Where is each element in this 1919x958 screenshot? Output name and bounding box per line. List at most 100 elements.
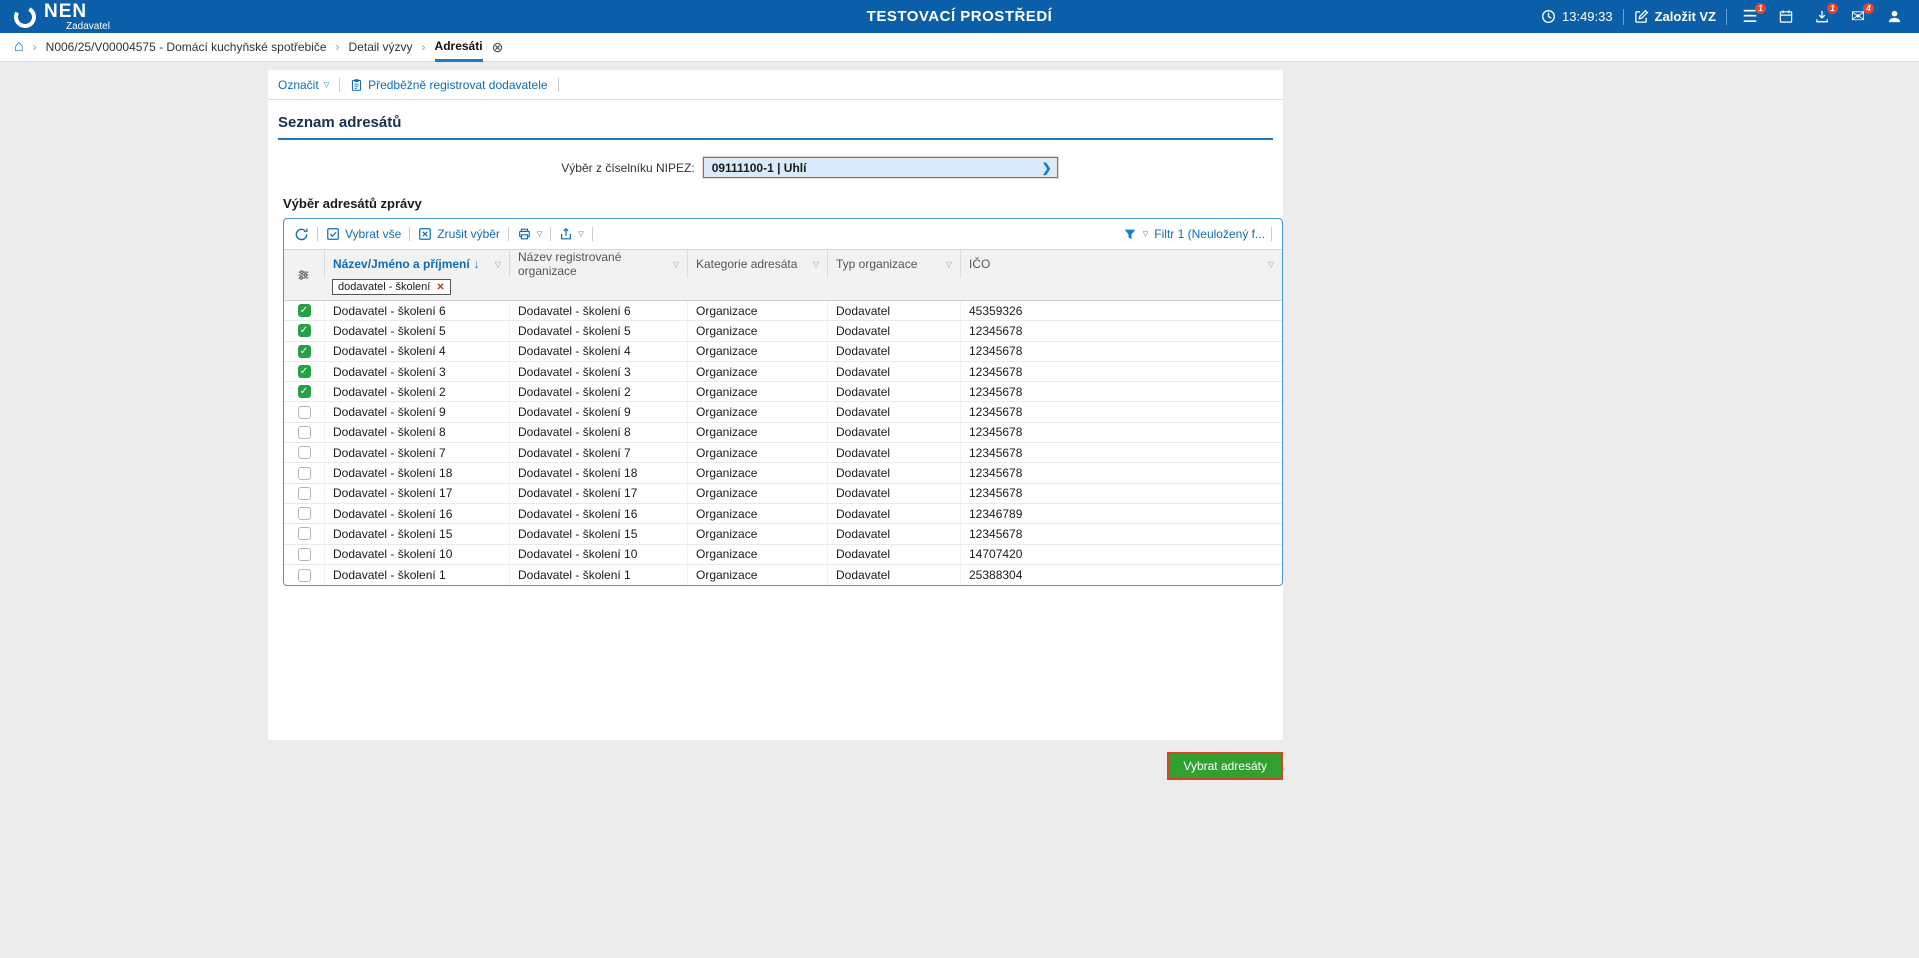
column-header-organization[interactable]: Název registrované organizace▽	[509, 250, 687, 278]
cell-type: Dodavatel	[827, 565, 960, 585]
cell-type: Dodavatel	[827, 301, 960, 320]
row-checkbox[interactable]: ✓	[298, 345, 311, 358]
row-checkbox[interactable]	[298, 426, 311, 439]
table-row[interactable]: Dodavatel - školení 18 Dodavatel - škole…	[284, 463, 1282, 483]
table-row[interactable]: Dodavatel - školení 7 Dodavatel - školen…	[284, 443, 1282, 463]
table-row[interactable]: Dodavatel - školení 1 Dodavatel - školen…	[284, 565, 1282, 585]
refresh-button[interactable]	[294, 227, 309, 242]
filter-funnel-icon[interactable]	[1123, 228, 1137, 241]
separator	[1623, 9, 1624, 25]
table-row[interactable]: Dodavatel - školení 10 Dodavatel - škole…	[284, 545, 1282, 565]
calendar-button[interactable]	[1773, 4, 1799, 30]
nipez-field[interactable]: 09111100-1 | Uhlí ❯	[703, 157, 1058, 178]
column-header-ico[interactable]: IČO▽	[960, 250, 1282, 278]
row-checkbox[interactable]	[298, 487, 311, 500]
table-row[interactable]: ✓ Dodavatel - školení 3 Dodavatel - škol…	[284, 362, 1282, 382]
cell-org: Dodavatel - školení 16	[509, 504, 687, 523]
row-checkbox[interactable]	[298, 527, 311, 540]
cell-name: Dodavatel - školení 5	[324, 321, 509, 340]
open-picker-icon[interactable]: ❯	[1039, 161, 1055, 175]
nen-logo[interactable]: NEN Zadavatel	[12, 2, 110, 32]
table-row[interactable]: ✓ Dodavatel - školení 6 Dodavatel - škol…	[284, 301, 1282, 321]
cell-ico: 12345678	[960, 362, 1282, 381]
print-button[interactable]: ▽	[517, 227, 542, 241]
cell-org: Dodavatel - školení 18	[509, 463, 687, 482]
footer-actions: Vybrat adresáty	[268, 752, 1283, 780]
table-row[interactable]: ✓ Dodavatel - školení 5 Dodavatel - škol…	[284, 321, 1282, 341]
cell-type: Dodavatel	[827, 443, 960, 462]
cell-name: Dodavatel - školení 17	[324, 484, 509, 503]
column-filter-icon[interactable]: ▽	[495, 260, 501, 269]
column-filter-icon[interactable]: ▽	[673, 260, 679, 269]
breadcrumb-active-adresati[interactable]: Adresáti	[435, 33, 483, 62]
mark-button[interactable]: Označit▽	[278, 78, 329, 92]
row-checkbox[interactable]	[298, 406, 311, 419]
cell-org: Dodavatel - školení 4	[509, 342, 687, 361]
export-button[interactable]: ▽	[559, 227, 583, 241]
cell-name: Dodavatel - školení 10	[324, 545, 509, 564]
clock: 13:49:33	[1541, 9, 1613, 24]
column-header-name[interactable]: Název/Jméno a příjmení ↓ ▽	[324, 250, 509, 278]
chevron-down-icon[interactable]: ▽	[1143, 230, 1148, 238]
cell-type: Dodavatel	[827, 463, 960, 482]
table-row[interactable]: Dodavatel - školení 15 Dodavatel - škole…	[284, 524, 1282, 544]
cell-name: Dodavatel - školení 9	[324, 402, 509, 421]
table-row[interactable]: Dodavatel - školení 9 Dodavatel - školen…	[284, 402, 1282, 422]
column-filter-icon[interactable]: ▽	[813, 260, 819, 269]
column-filter-icon[interactable]: ▽	[1268, 260, 1274, 269]
content-card: Označit▽ Předběžně registrovat dodavatel…	[268, 70, 1283, 740]
home-icon[interactable]: ⌂	[14, 39, 24, 55]
cell-category: Organizace	[687, 423, 827, 442]
cell-category: Organizace	[687, 342, 827, 361]
mail-button[interactable]: ✉4	[1845, 4, 1871, 30]
cell-org: Dodavatel - školení 3	[509, 362, 687, 381]
table-row[interactable]: Dodavatel - školení 16 Dodavatel - škole…	[284, 504, 1282, 524]
row-checkbox[interactable]	[298, 548, 311, 561]
cell-type: Dodavatel	[827, 402, 960, 421]
row-checkbox[interactable]	[298, 467, 311, 480]
select-addressees-button[interactable]: Vybrat adresáty	[1167, 752, 1283, 780]
cell-name: Dodavatel - školení 4	[324, 342, 509, 361]
table-row[interactable]: Dodavatel - školení 8 Dodavatel - školen…	[284, 423, 1282, 443]
preregister-supplier-button[interactable]: Předběžně registrovat dodavatele	[350, 78, 547, 92]
breadcrumb: ⌂ › N006/25/V00004575 - Domácí kuchyňské…	[0, 33, 1919, 62]
breadcrumb-item-contract[interactable]: N006/25/V00004575 - Domácí kuchyňské spo…	[46, 40, 327, 54]
row-checkbox[interactable]	[298, 569, 311, 582]
table-row[interactable]: ✓ Dodavatel - školení 2 Dodavatel - škol…	[284, 382, 1282, 402]
filter-chip[interactable]: dodavatel - školení ✕	[332, 279, 451, 295]
cell-org: Dodavatel - školení 1	[509, 565, 687, 585]
close-tab-icon[interactable]: ⊗	[492, 40, 504, 54]
column-filter-icon[interactable]: ▽	[946, 260, 952, 269]
export-icon	[559, 227, 573, 241]
table-row[interactable]: ✓ Dodavatel - školení 4 Dodavatel - škol…	[284, 342, 1282, 362]
row-checkbox[interactable]: ✓	[298, 365, 311, 378]
chevron-right-icon: ›	[336, 40, 340, 54]
clear-selection-button[interactable]: Zrušit výběr	[418, 227, 500, 241]
column-settings-icon[interactable]	[296, 269, 311, 282]
row-checkbox[interactable]: ✓	[298, 304, 311, 317]
row-checkbox[interactable]: ✓	[298, 385, 311, 398]
cell-name: Dodavatel - školení 3	[324, 362, 509, 381]
grid-body: ✓ Dodavatel - školení 6 Dodavatel - škol…	[284, 301, 1282, 585]
cell-type: Dodavatel	[827, 321, 960, 340]
remove-filter-icon[interactable]: ✕	[436, 282, 444, 293]
cell-org: Dodavatel - školení 8	[509, 423, 687, 442]
cell-ico: 12345678	[960, 321, 1282, 340]
cell-type: Dodavatel	[827, 504, 960, 523]
row-checkbox[interactable]: ✓	[298, 324, 311, 337]
menu-button[interactable]: ☰1	[1737, 4, 1763, 30]
active-filter-label[interactable]: Filtr 1 (Neuložený f...	[1154, 227, 1265, 241]
row-checkbox[interactable]	[298, 446, 311, 459]
column-header-type[interactable]: Typ organizace▽	[827, 250, 960, 278]
breadcrumb-item-detail[interactable]: Detail výzvy	[349, 40, 413, 54]
table-row[interactable]: Dodavatel - školení 17 Dodavatel - škole…	[284, 484, 1282, 504]
cell-type: Dodavatel	[827, 545, 960, 564]
row-checkbox[interactable]	[298, 507, 311, 520]
column-header-category[interactable]: Kategorie adresáta▽	[687, 250, 827, 278]
grid-filter-row: dodavatel - školení ✕	[284, 278, 1282, 300]
separator	[508, 227, 509, 241]
user-button[interactable]	[1881, 4, 1907, 30]
select-all-button[interactable]: Vybrat vše	[326, 227, 401, 241]
download-button[interactable]: 1	[1809, 4, 1835, 30]
create-vz-button[interactable]: Založit VZ	[1634, 9, 1716, 24]
